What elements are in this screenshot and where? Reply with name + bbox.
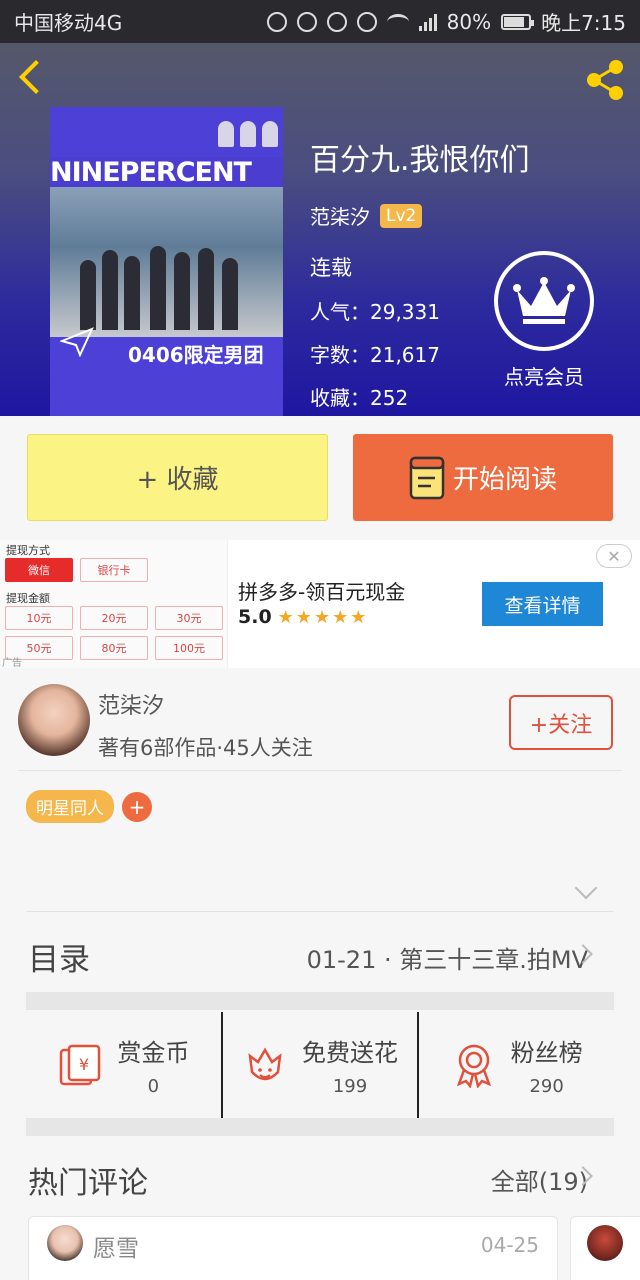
send-flower-value: 199 (332, 1076, 368, 1097)
battery-icon (501, 13, 535, 30)
cover-decoration (218, 121, 278, 147)
divider (26, 911, 614, 912)
book-title: 百分九.我恨你们 (310, 143, 530, 178)
ad-rating: 5.0 ★★★★★ (238, 606, 368, 628)
tag-item[interactable]: 明星同人 (26, 790, 114, 823)
section-separator (26, 1118, 614, 1136)
send-flower-label: 免费送花 (302, 1039, 398, 1067)
fan-ranking-label: 粉丝榜 (510, 1039, 583, 1067)
reward-coins-value: 0 (147, 1076, 160, 1097)
ad-image: 提现方式 微信 银行卡 提现金额 10元 20元 30元 50元 80元 100… (0, 540, 228, 669)
cover-bottom-text: 0406限定男团 (128, 343, 264, 367)
mute-icon (296, 11, 317, 32)
cover-people (80, 235, 250, 330)
vip-label: 点亮会员 (504, 365, 584, 389)
author-meta: 著有6部作品·45人关注 (98, 736, 313, 760)
ad-image-amount: 80元 (80, 636, 148, 660)
ad-banner[interactable]: 提现方式 微信 银行卡 提现金额 10元 20元 30元 50元 80元 100… (0, 540, 640, 669)
commenter-avatar[interactable] (47, 1225, 83, 1261)
ad-title: 拼多多-领百元现金 (238, 580, 406, 604)
send-flower-button[interactable]: 免费送花 199 (220, 1012, 418, 1118)
hot-comments-label: 热门评论 (28, 1166, 148, 1201)
signal-icon (418, 13, 437, 31)
eye-comfort-icon (356, 11, 377, 32)
tag-list: 明星同人 + (26, 790, 152, 823)
flower-icon (248, 1047, 282, 1081)
back-button[interactable] (14, 57, 54, 101)
book-header: NINEPERCENT 0406限定男团 百分九.我恨你们 范柒汐 Lv2 连载… (0, 43, 640, 416)
book-author[interactable]: 范柒汐 (310, 201, 370, 230)
fan-ranking-button[interactable]: 粉丝榜 290 (417, 1012, 614, 1118)
share-icon (587, 60, 623, 100)
comment-card[interactable]: 愿雪 04-25 (28, 1216, 558, 1280)
reward-coins-button[interactable]: ¥ 赏金币 0 (26, 1012, 221, 1118)
ad-rating-value: 5.0 (238, 606, 272, 628)
author-section: 范柒汐 著有6部作品·45人关注 +关注 (0, 676, 640, 772)
vip-button[interactable]: 点亮会员 (492, 251, 596, 390)
ad-image-amount: 10元 (5, 606, 73, 630)
section-separator (26, 992, 614, 1010)
cover-top-text: NINEPERCENT (50, 157, 283, 188)
ad-close-button[interactable]: ✕ (596, 544, 632, 568)
book-cover[interactable]: NINEPERCENT 0406限定男团 (50, 107, 283, 416)
status-icons: 80% 晚上7:15 (266, 7, 626, 36)
ad-badge: 广告 (2, 658, 22, 669)
battery-percent: 80% (446, 9, 492, 34)
ad-image-amount: 30元 (155, 606, 223, 630)
ad-image-bankcard: 银行卡 (80, 558, 148, 582)
commenter-avatar[interactable] (587, 1225, 623, 1261)
book-icon (409, 456, 445, 499)
wifi-icon (386, 13, 409, 30)
divider (18, 770, 622, 771)
ad-details-button[interactable]: 查看详情 (482, 582, 603, 626)
hd-call-icon (266, 11, 287, 32)
latest-chapter[interactable]: 01-21 · 第三十三章.拍MV (307, 940, 588, 975)
author-avatar[interactable] (18, 684, 90, 756)
share-button[interactable] (582, 57, 628, 103)
ad-image-method-label: 提现方式 (6, 544, 50, 557)
ad-image-amount: 20元 (80, 606, 148, 630)
all-comments-link[interactable]: 全部(19) (491, 1162, 588, 1197)
commenter-name: 愿雪 (93, 1236, 139, 1262)
ad-image-amount: 100元 (155, 636, 223, 660)
add-tag-button[interactable]: + (122, 791, 152, 822)
author-row: 范柒汐 Lv2 (310, 201, 530, 230)
start-reading-label: 开始阅读 (452, 465, 557, 495)
status-bar: 中国移动4G 80% 晚上7:15 (0, 0, 640, 43)
crown-icon (494, 251, 594, 351)
comment-date: 04-25 (480, 1233, 539, 1257)
level-badge: Lv2 (380, 203, 423, 228)
paper-plane-icon (60, 327, 94, 357)
action-bar: + 收藏 开始阅读 (0, 416, 640, 540)
expand-chevron-down-icon[interactable] (574, 876, 598, 900)
ad-image-amount-label: 提现金额 (6, 592, 50, 605)
ad-image-wechat: 微信 (5, 558, 73, 582)
star-icons: ★★★★★ (277, 606, 369, 628)
support-stats: ¥ 赏金币 0 免费送花 199 粉丝榜 290 (26, 1012, 614, 1118)
ribbon-medal-icon (456, 1044, 491, 1088)
author-name[interactable]: 范柒汐 (98, 688, 164, 720)
comment-card[interactable] (570, 1216, 640, 1280)
fan-ranking-value: 290 (529, 1076, 564, 1097)
hot-comments-header: 热门评论 全部(19) (0, 1140, 640, 1210)
svg-text:¥: ¥ (79, 1055, 89, 1074)
catalog-row[interactable]: 目录 01-21 · 第三十三章.拍MV (0, 914, 640, 994)
clock: 晚上7:15 (541, 11, 626, 35)
reward-envelope-icon: ¥ (60, 1044, 101, 1086)
catalog-label: 目录 (28, 942, 90, 978)
favorite-button[interactable]: + 收藏 (27, 434, 328, 521)
start-reading-button[interactable]: 开始阅读 (353, 434, 613, 521)
reward-coins-label: 赏金币 (117, 1039, 190, 1067)
alarm-icon (326, 11, 347, 32)
carrier-name: 中国移动4G (14, 11, 123, 35)
follow-button[interactable]: +关注 (509, 695, 613, 750)
